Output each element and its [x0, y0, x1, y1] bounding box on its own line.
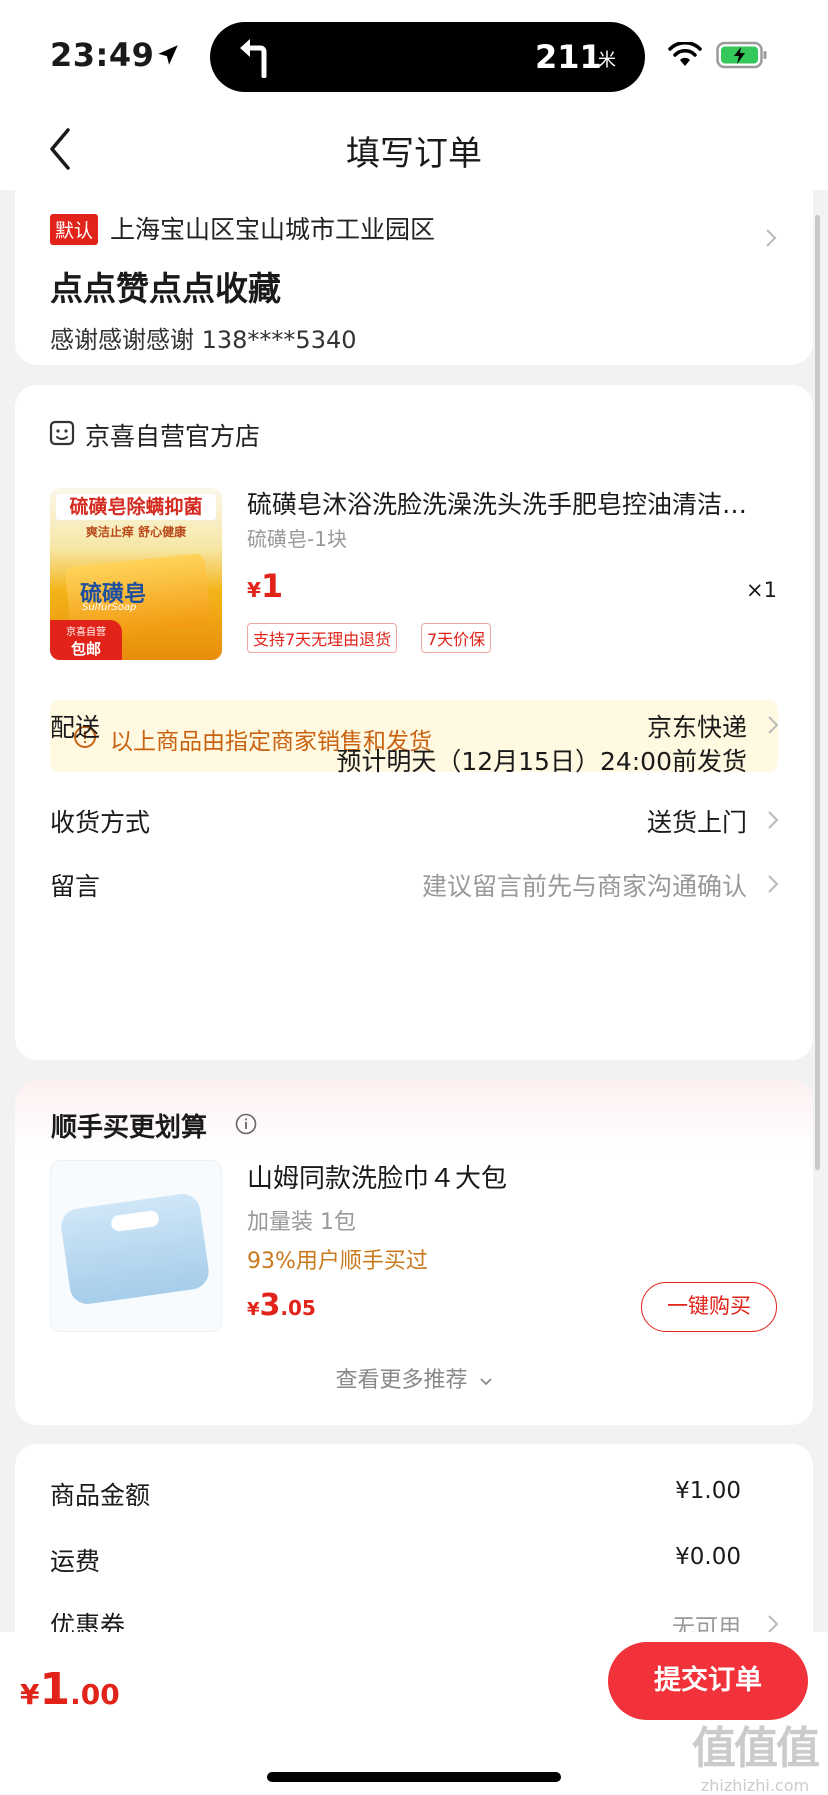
wipes-pack	[59, 1191, 211, 1307]
order-items-card: 京喜自营官方店 硫磺皂除螨抑菌 爽洁止痒 舒心健康 硫磺皂 SulfurSoap…	[15, 385, 813, 1060]
home-indicator[interactable]	[267, 1772, 561, 1782]
location-arrow-icon	[158, 45, 178, 65]
recommend-social-proof: 93%用户顺手买过	[247, 1249, 428, 1274]
one-click-buy-button[interactable]: 一键购买	[641, 1282, 777, 1332]
recommend-product-spec: 加量装 1包	[247, 1210, 356, 1235]
address-card[interactable]: 默认 上海宝山区宝山城市工业园区 点点赞点点收藏 感谢感谢感谢 138****5…	[15, 190, 813, 365]
chevron-right-icon	[768, 811, 779, 829]
order-total: ¥1.00	[20, 1664, 120, 1715]
product-title[interactable]: 硫磺皂沐浴洗脸洗澡洗头洗手肥皂控油清洁除螨	[247, 485, 767, 521]
goods-amount-label: 商品金额	[50, 1481, 151, 1510]
message-label: 留言	[50, 872, 101, 901]
recommend-card: 顺手买更划算 山姆同款洗脸巾４大包 加量装 1包 93%用户顺手买过 ¥3.05…	[15, 1080, 813, 1425]
service-tag-price-protect: 7天价保	[421, 623, 492, 653]
receive-method-value[interactable]: 送货上门	[647, 803, 747, 839]
address-region: 上海宝山区宝山城市工业园区	[110, 215, 436, 244]
store-icon	[49, 420, 75, 446]
recommend-title: 顺手买更划算	[51, 1113, 208, 1143]
turn-left-icon	[240, 39, 267, 78]
chevron-down-icon	[479, 1378, 492, 1386]
service-tag-return: 支持7天无理由退货	[247, 623, 398, 653]
image-product-name-en: SulfurSoap	[82, 602, 137, 613]
info-circle-icon[interactable]	[235, 1113, 257, 1135]
chevron-right-icon	[766, 229, 777, 247]
image-badge: 京喜自营 包邮	[50, 620, 122, 660]
chevron-right-icon	[768, 875, 779, 893]
delivery-carrier[interactable]: 京东快递	[647, 708, 747, 744]
submit-order-button[interactable]: 提交订单	[608, 1642, 808, 1720]
battery-charging-icon	[716, 41, 767, 69]
scrollbar[interactable]	[815, 215, 820, 1170]
recommend-product-name[interactable]: 山姆同款洗脸巾４大包	[247, 1158, 507, 1195]
goods-amount-value: ¥1.00	[675, 1478, 741, 1504]
status-time: 23:49	[50, 36, 155, 74]
wifi-icon	[668, 42, 702, 66]
product-price: ¥1	[247, 567, 284, 605]
nav-distance: 211	[535, 38, 602, 76]
delivery-estimate: 预计明天（12月15日）24:00前发货	[336, 747, 747, 776]
more-recommendations-link[interactable]: 查看更多推荐	[15, 1362, 813, 1394]
product-image[interactable]: 硫磺皂除螨抑菌 爽洁止痒 舒心健康 硫磺皂 SulfurSoap 京喜自营 包邮	[50, 488, 222, 660]
delivery-label: 配送	[50, 713, 101, 742]
default-address-badge: 默认	[50, 214, 99, 245]
recommend-price: ¥3.05	[247, 1288, 316, 1323]
nav-unit: 米	[598, 50, 616, 71]
store-name[interactable]: 京喜自营官方店	[85, 417, 260, 453]
product-spec: 硫磺皂-1块	[247, 527, 347, 551]
chevron-right-icon	[768, 716, 779, 734]
receive-method-label: 收货方式	[50, 808, 151, 837]
watermark: 值值值 zhizhizhi.com	[692, 1723, 820, 1795]
image-banner-text: 硫磺皂除螨抑菌	[56, 494, 216, 520]
shipping-value: ¥0.00	[675, 1544, 741, 1570]
message-input[interactable]: 建议留言前先与商家沟通确认	[422, 867, 747, 903]
nav-bar: 填写订单	[0, 110, 828, 190]
product-quantity: ×1	[746, 578, 777, 602]
chevron-right-icon	[768, 1615, 779, 1633]
page-title: 填写订单	[346, 134, 482, 174]
image-sub-text: 爽洁止痒 舒心健康	[85, 525, 187, 539]
checkout-bar: ¥1.00 提交订单 值值值 zhizhizhi.com	[0, 1632, 828, 1795]
shipping-label: 运费	[50, 1547, 101, 1576]
address-detail: 点点赞点点收藏	[50, 269, 281, 308]
dynamic-island-navigation[interactable]: 211 米	[210, 22, 645, 92]
status-bar: 23:49 211 米	[0, 0, 828, 110]
recommend-product-image[interactable]	[50, 1160, 222, 1332]
address-contact: 感谢感谢感谢 138****5340	[50, 326, 357, 354]
